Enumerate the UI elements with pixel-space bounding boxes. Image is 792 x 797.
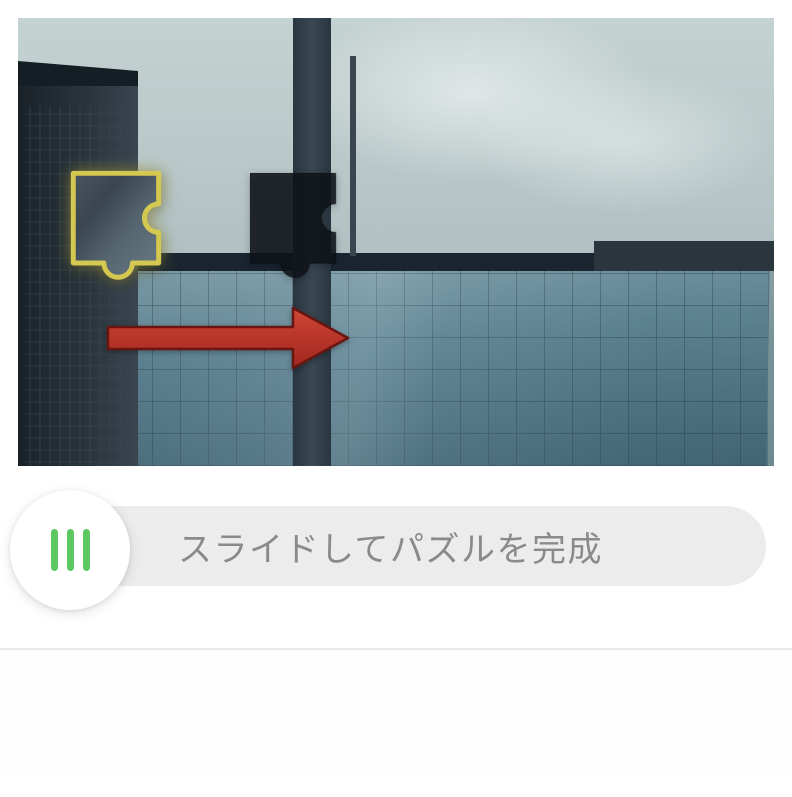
captcha-background-image: [18, 18, 774, 466]
slider-instruction-label: スライドしてパズルを完成: [178, 522, 603, 571]
building-rooftop-right: [594, 241, 774, 271]
slider-container: スライドしてパズルを完成: [18, 494, 774, 598]
grip-icon: [51, 529, 90, 571]
puzzle-target-slot: [250, 173, 360, 283]
puzzle-piece[interactable]: [70, 170, 186, 286]
footer-area: [0, 650, 792, 770]
slider-handle[interactable]: [10, 490, 130, 610]
building-windows: [68, 266, 768, 466]
captcha-widget: スライドしてパズルを完成: [0, 0, 792, 616]
slider-track[interactable]: スライドしてパズルを完成: [48, 506, 766, 586]
